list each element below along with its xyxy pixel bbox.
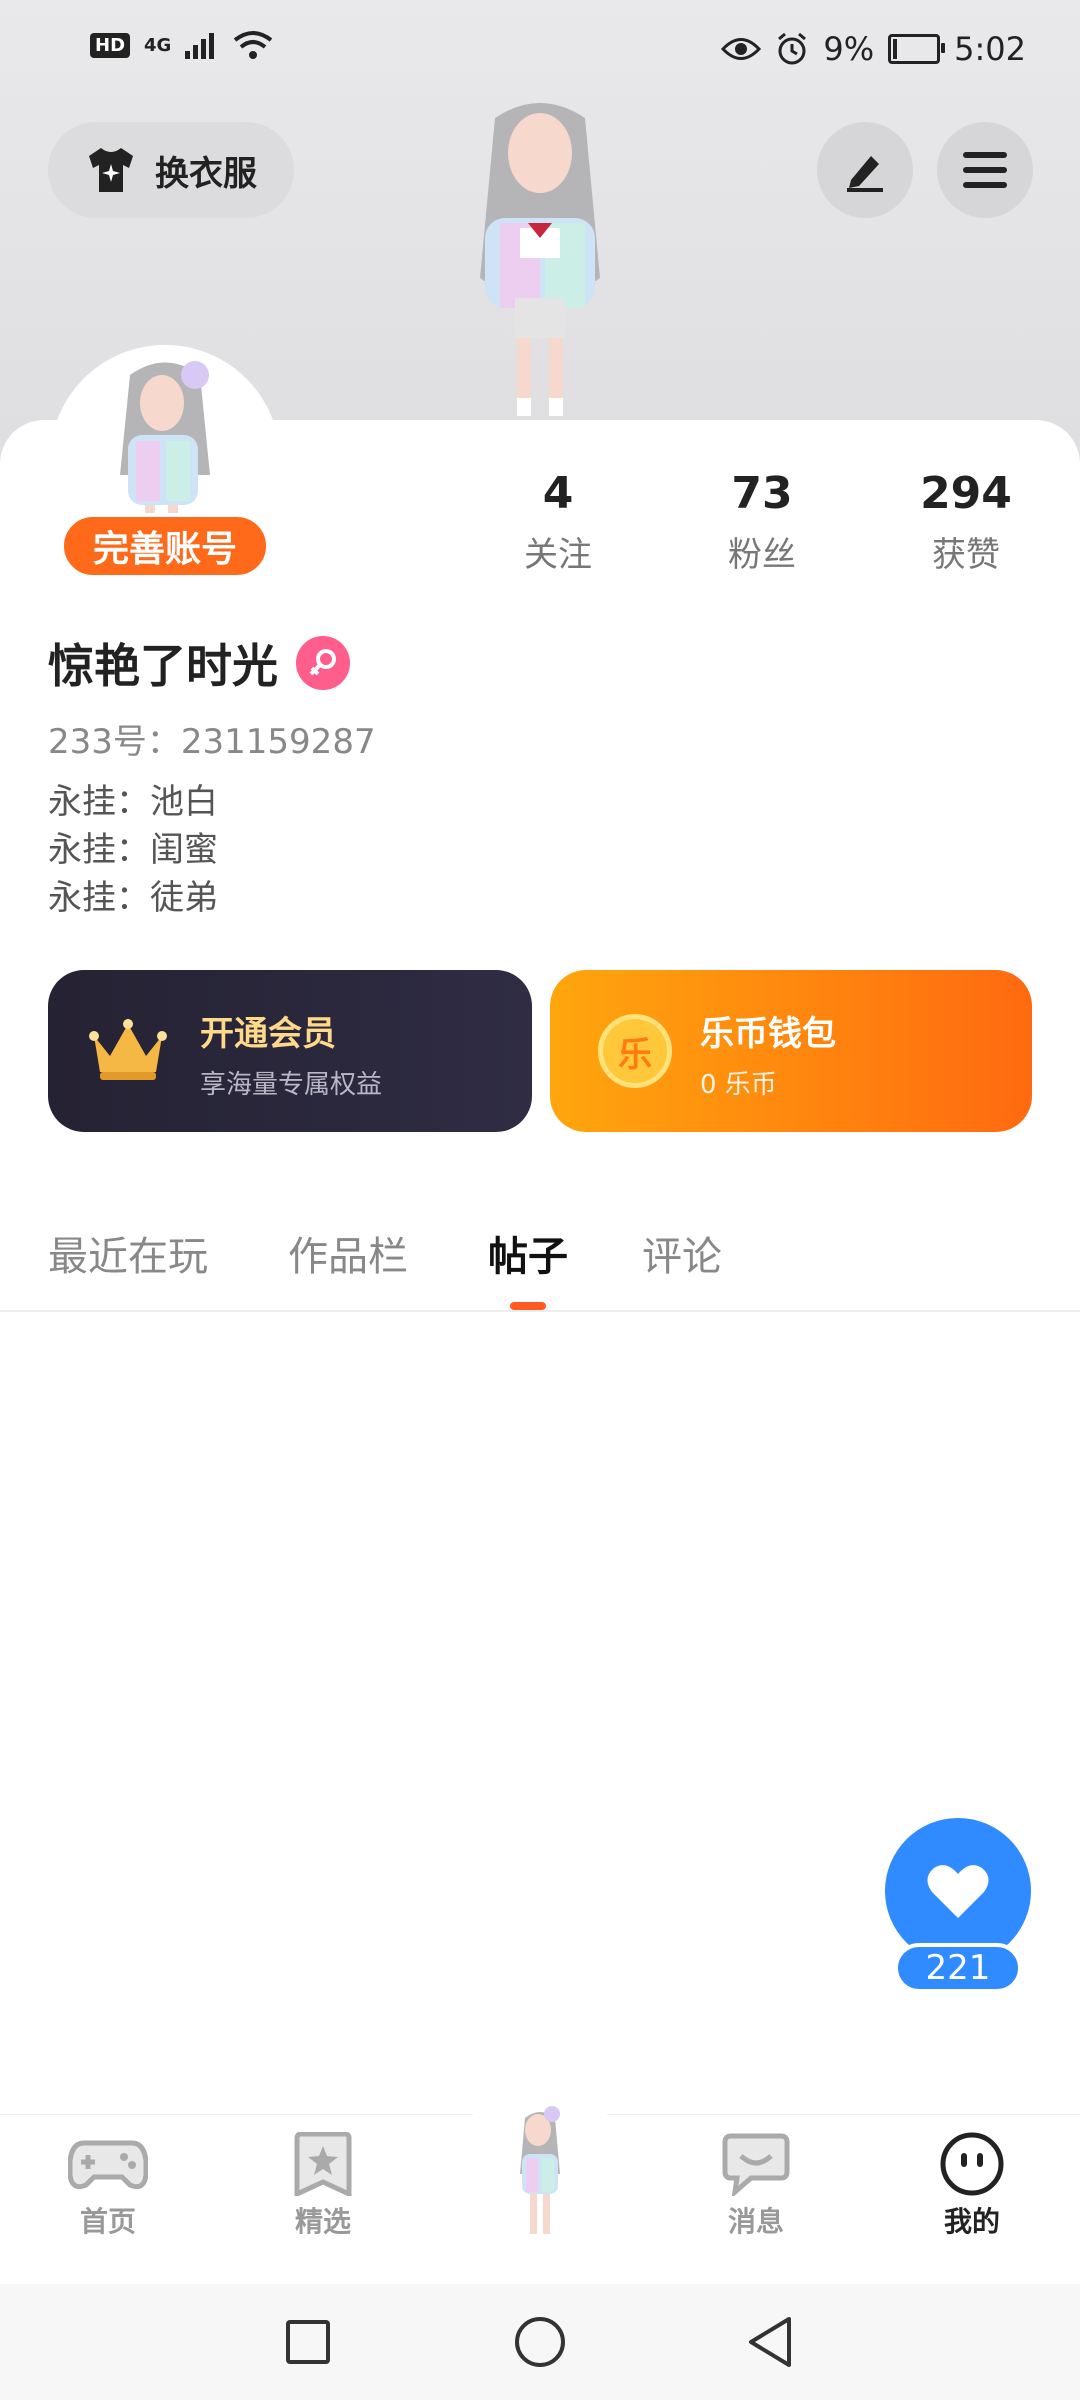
change-outfit-button[interactable]: 换衣服 (48, 122, 294, 218)
alarm-icon (778, 32, 807, 65)
following-label: 关注 (524, 535, 592, 575)
status-bar: HD 4G 9% 5:02 (0, 0, 1080, 100)
eye-icon (721, 38, 762, 60)
tab-posts[interactable]: 帖子 (488, 1224, 568, 1282)
username: 惊艳了时光 (48, 639, 278, 693)
username-row: 惊艳了时光 (48, 630, 350, 696)
back-button[interactable] (740, 2312, 800, 2372)
likes-count: 294 (920, 468, 1012, 519)
nav-featured-label: 精选 (294, 2205, 351, 2238)
signal-icon (185, 33, 215, 59)
gamepad-icon (68, 2140, 148, 2190)
wifi-icon (234, 31, 273, 59)
pen-icon (847, 156, 883, 192)
nav-character[interactable] (480, 2104, 600, 2248)
tab-works[interactable]: 作品栏 (288, 1224, 408, 1282)
profile-tabs: 最近在玩 作品栏 帖子 评论 (0, 1210, 1080, 1312)
pinned-relation-item[interactable]: 永挂：闺蜜 (48, 826, 218, 874)
nav-home[interactable]: 首页 (48, 2132, 168, 2240)
vip-membership-card[interactable]: 开通会员 享海量专属权益 (48, 970, 532, 1132)
like-count-badge: 221 (894, 1943, 1022, 1993)
hamburger-icon (963, 152, 1007, 188)
female-icon (296, 636, 350, 690)
crown-icon (89, 1019, 167, 1080)
battery-level-fill (893, 39, 898, 59)
character-avatar (520, 2106, 560, 2234)
clock-time: 5:02 (954, 30, 1026, 68)
hd-indicator: HD (90, 32, 131, 58)
likes-stat[interactable]: 294 获赞 (886, 468, 1046, 576)
nav-home-label: 首页 (79, 2205, 136, 2238)
wallet-title: 乐币钱包 (700, 1014, 836, 1054)
wallet-balance: 0 乐币 (700, 1070, 777, 1100)
tab-comments[interactable]: 评论 (642, 1224, 722, 1282)
active-tab-indicator (510, 1302, 546, 1310)
heart-icon (927, 1865, 989, 1918)
home-button[interactable] (510, 2312, 570, 2372)
followers-stat[interactable]: 73 粉丝 (682, 468, 842, 576)
change-outfit-label: 换衣服 (155, 153, 257, 194)
circle-icon (515, 2317, 565, 2367)
tshirt-sparkle-icon (89, 148, 133, 192)
followers-count: 73 (731, 468, 793, 519)
nav-me-label: 我的 (912, 2200, 1032, 2244)
system-navigation-bar (0, 2284, 1080, 2400)
avatar-character-3d[interactable] (425, 98, 655, 418)
coin-icon: 乐 (598, 1014, 672, 1088)
edit-profile-button[interactable] (817, 122, 913, 218)
coin-wallet-card[interactable]: 乐 乐币钱包 0 乐币 (550, 970, 1032, 1132)
user-id: 233号：231159287 (48, 722, 376, 762)
chat-smile-icon (722, 2133, 790, 2196)
complete-account-button[interactable]: 完善账号 (60, 513, 270, 579)
pinned-relations: 永挂：池白 永挂：闺蜜 永挂：徒弟 (48, 778, 218, 922)
nav-featured[interactable]: 精选 (263, 2132, 383, 2240)
network-type: 4G (144, 34, 172, 56)
pinned-relation-item[interactable]: 永挂：池白 (48, 778, 218, 826)
face-icon (940, 2132, 1004, 2196)
recents-button[interactable] (278, 2312, 338, 2372)
triangle-back-icon (749, 2317, 791, 2367)
nav-messages-label: 消息 (727, 2205, 784, 2238)
star-bookmark-icon (294, 2132, 352, 2196)
nav-me[interactable]: 我的 (912, 2132, 1032, 2244)
vip-title: 开通会员 (200, 1014, 336, 1054)
battery-icon (888, 34, 946, 64)
battery-percent: 9% (823, 30, 875, 68)
square-icon (286, 2320, 330, 2364)
followers-label: 粉丝 (728, 535, 796, 575)
likes-label: 获赞 (932, 535, 1000, 575)
tab-recently-played[interactable]: 最近在玩 (48, 1224, 208, 1282)
vip-subtitle: 享海量专属权益 (200, 1070, 383, 1100)
nav-messages[interactable]: 消息 (696, 2132, 816, 2240)
following-stat[interactable]: 4 关注 (478, 468, 638, 576)
menu-button[interactable] (937, 122, 1033, 218)
coin-glyph: 乐 (618, 1034, 652, 1075)
pinned-relation-item[interactable]: 永挂：徒弟 (48, 874, 218, 922)
following-count: 4 (542, 468, 574, 519)
